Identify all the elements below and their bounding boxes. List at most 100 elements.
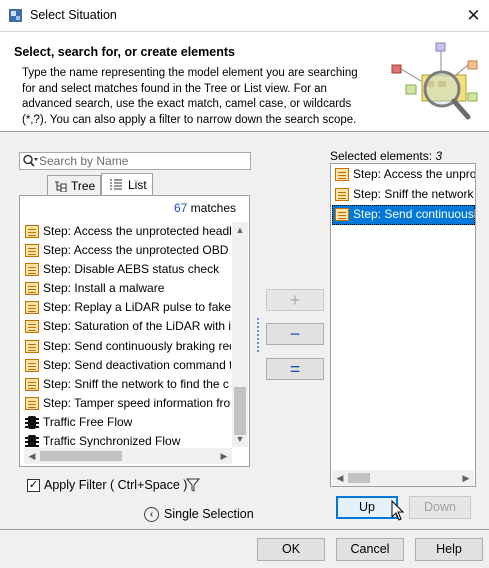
checkbox-check-icon[interactable]: ✓ xyxy=(27,479,40,492)
list-item[interactable]: Step: Access the unprotected headla xyxy=(24,222,231,241)
header-description: Type the name representing the model ele… xyxy=(22,67,358,126)
filter-icon[interactable] xyxy=(186,478,200,492)
selected-list-item-active[interactable]: Step: Send continuously xyxy=(332,205,475,225)
step-icon xyxy=(335,208,349,221)
search-elements-illustration-icon xyxy=(391,42,478,120)
tab-tree-label: Tree xyxy=(71,179,96,193)
step-icon xyxy=(25,320,39,334)
list-item-label: Step: Disable AEBS status check xyxy=(43,262,220,277)
scroll-thumb[interactable] xyxy=(40,451,122,461)
selected-list-item[interactable]: Step: Sniff the network xyxy=(332,185,475,205)
selected-item-label: Step: Send continuously xyxy=(353,207,475,221)
scroll-right-arrow-icon[interactable]: ▶ xyxy=(216,448,232,464)
dialog-header: Select, search for, or create elements T… xyxy=(0,31,489,132)
traffic-light-icon xyxy=(25,415,39,429)
selected-horizontal-scrollbar[interactable]: ◀ ▶ xyxy=(332,470,474,486)
selected-rows[interactable]: Step: Access the unprot Step: Sniff the … xyxy=(332,165,475,225)
scroll-thumb[interactable] xyxy=(348,473,370,483)
move-down-button[interactable]: Down xyxy=(409,496,471,519)
selected-count: 3 xyxy=(435,149,443,163)
step-icon xyxy=(25,263,39,277)
step-icon xyxy=(335,168,349,181)
list-item[interactable]: Step: Send deactivation command t xyxy=(24,356,231,375)
transfer-separator xyxy=(257,318,259,352)
list-item[interactable]: Traffic Synchronized Flow xyxy=(24,432,231,447)
selected-elements-list[interactable]: Step: Access the unprot Step: Sniff the … xyxy=(330,163,476,487)
selected-item-label: Step: Sniff the network xyxy=(353,187,474,201)
title-bar: Select Situation ✕ xyxy=(0,0,489,31)
list-item[interactable]: Step: Sniff the network to find the c xyxy=(24,375,231,394)
move-up-button[interactable]: Up xyxy=(336,496,398,519)
selected-item-label: Step: Access the unprot xyxy=(353,167,475,181)
list-item-label: Step: Send deactivation command t xyxy=(43,357,231,372)
footer-divider xyxy=(0,529,489,530)
tree-icon xyxy=(55,181,67,192)
list-item-label: Step: Access the unprotected headla xyxy=(43,224,231,238)
step-icon xyxy=(25,301,39,315)
step-icon xyxy=(25,377,39,391)
list-item-label: Step: Sniff the network to find the c xyxy=(43,376,229,391)
list-item[interactable]: Traffic Free Flow xyxy=(24,413,231,432)
ok-button[interactable]: OK xyxy=(257,538,325,561)
list-item-label: Step: Access the unprotected OBD p xyxy=(43,243,231,258)
matches-number: 67 xyxy=(173,201,188,215)
scroll-up-arrow-icon[interactable]: ▲ xyxy=(232,222,248,238)
list-item[interactable]: Step: Tamper speed information fro xyxy=(24,394,231,413)
list-item[interactable]: Step: Disable AEBS status check xyxy=(24,260,231,279)
selected-label-prefix: Selected elements: xyxy=(330,149,436,163)
list-icon xyxy=(110,179,122,190)
list-item[interactable]: Step: Install a malware xyxy=(24,279,231,298)
list-item[interactable]: Step: Send continuously braking req xyxy=(24,337,231,356)
list-item-label: Step: Saturation of the LiDAR with ir xyxy=(43,319,231,334)
step-icon xyxy=(25,225,39,238)
results-horizontal-scrollbar[interactable]: ◀ ▶ xyxy=(24,448,232,464)
single-selection-label: Single Selection xyxy=(164,507,254,521)
matches-count: 67 matches xyxy=(20,201,236,215)
remove-all-button[interactable]: = xyxy=(266,358,324,380)
chevron-left-icon: ‹ xyxy=(144,507,159,522)
list-item-label: Traffic Synchronized Flow xyxy=(43,434,181,447)
list-item-label: Step: Send continuously braking req xyxy=(43,338,231,353)
tab-list-label: List xyxy=(128,178,147,192)
cancel-button[interactable]: Cancel xyxy=(336,538,404,561)
scroll-down-arrow-icon[interactable]: ▼ xyxy=(232,431,248,447)
traffic-light-icon xyxy=(25,435,39,447)
scroll-right-arrow-icon[interactable]: ▶ xyxy=(458,470,474,486)
tab-tree[interactable]: Tree xyxy=(47,175,101,195)
results-list-panel: 67 matches Step: Access the unprotected … xyxy=(19,195,250,467)
search-field[interactable] xyxy=(19,152,251,170)
remove-selected-button[interactable]: − xyxy=(266,323,324,345)
matches-suffix: matches xyxy=(187,201,236,215)
selected-elements-label: Selected elements: 3 xyxy=(330,149,442,163)
step-icon xyxy=(25,358,39,372)
help-button[interactable]: Help xyxy=(415,538,483,561)
list-item[interactable]: Step: Saturation of the LiDAR with ir xyxy=(24,317,231,336)
search-icon[interactable] xyxy=(22,154,38,168)
list-item[interactable]: Step: Access the unprotected OBD p xyxy=(24,241,231,260)
selected-list-item[interactable]: Step: Access the unprot xyxy=(332,165,475,185)
list-item-label: Traffic Free Flow xyxy=(43,414,133,429)
window-title: Select Situation xyxy=(30,8,117,22)
step-icon xyxy=(25,282,39,296)
step-icon xyxy=(335,188,349,201)
scroll-thumb[interactable] xyxy=(234,387,246,435)
step-icon xyxy=(25,396,39,410)
add-selected-button[interactable]: + xyxy=(266,289,324,311)
mouse-cursor-icon xyxy=(391,500,405,521)
apply-filter-label: Apply Filter ( Ctrl+Space ) xyxy=(44,478,188,492)
results-list[interactable]: Step: Access the unprotected headla Step… xyxy=(24,222,231,447)
app-icon xyxy=(9,9,22,22)
tab-list[interactable]: List xyxy=(101,173,153,196)
list-item-label: Step: Install a malware xyxy=(43,281,165,296)
header-title: Select, search for, or create elements xyxy=(14,45,235,59)
list-item-label: Step: Replay a LiDAR pulse to fake o xyxy=(43,300,231,315)
step-icon xyxy=(25,339,39,353)
search-input[interactable] xyxy=(39,153,249,169)
step-icon xyxy=(25,244,39,258)
scroll-left-arrow-icon[interactable]: ◀ xyxy=(24,448,40,464)
scroll-left-arrow-icon[interactable]: ◀ xyxy=(332,470,348,486)
list-item[interactable]: Step: Replay a LiDAR pulse to fake o xyxy=(24,298,231,317)
results-vertical-scrollbar[interactable]: ▲ ▼ xyxy=(232,222,248,447)
list-item-label: Step: Tamper speed information fro xyxy=(43,395,231,410)
close-button[interactable]: ✕ xyxy=(458,0,489,31)
